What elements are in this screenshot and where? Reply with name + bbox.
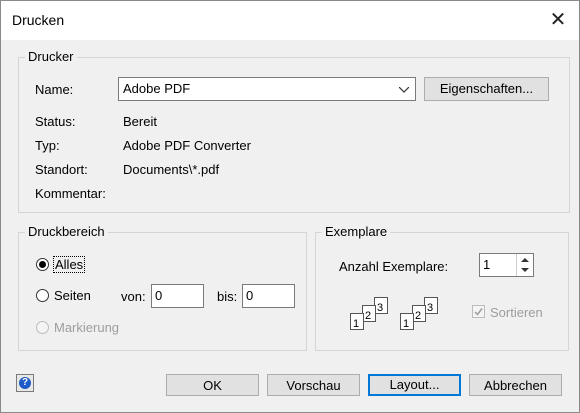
copies-spinner[interactable] [516,254,533,276]
from-label: von: [121,289,146,304]
radio-pages[interactable] [36,289,49,302]
properties-button[interactable]: Eigenschaften... [424,77,549,101]
radio-selection-label[interactable]: Markierung [54,320,119,335]
page-3-icon: 3 [424,297,438,314]
title-bar: Drucken ✕ [1,1,579,40]
comment-label: Kommentar: [35,186,106,201]
location-label: Standort: [35,162,88,177]
to-label: bis: [217,289,238,304]
page-2-icon: 2 [412,305,426,322]
copies-count-label: Anzahl Exemplare: [339,259,449,274]
help-icon[interactable]: ? [16,374,34,392]
chevron-down-icon [399,87,409,93]
copies-legend: Exemplare [322,224,391,239]
from-input[interactable]: 0 [151,284,204,308]
status-label: Status: [35,114,76,129]
copies-group: Exemplare Anzahl Exemplare: 1 3 2 1 3 2 … [315,224,569,351]
to-input[interactable]: 0 [242,284,295,308]
printer-legend: Drucker [25,49,77,64]
collate-illustration-2: 3 2 1 [398,295,444,335]
layout-button[interactable]: Layout... [368,374,461,396]
spin-up-icon[interactable] [517,254,533,265]
collate-label[interactable]: Sortieren [490,305,543,320]
page-2-icon: 2 [362,305,376,322]
ok-button[interactable]: OK [166,374,259,396]
print-range-group: Druckbereich Alles Seiten von: 0 bis: 0 … [18,224,307,351]
spin-down-icon[interactable] [517,265,533,276]
collate-checkbox[interactable] [472,305,485,318]
page-1-icon: 1 [350,313,364,330]
printer-name-select[interactable]: Adobe PDF [118,77,416,101]
type-label: Typ: [35,138,60,153]
radio-pages-label[interactable]: Seiten [54,288,91,303]
type-value: Adobe PDF Converter [123,138,251,153]
printer-group: Drucker Name: Adobe PDF Eigenschaften...… [18,49,570,213]
printer-name-label: Name: [35,82,74,97]
close-icon[interactable]: ✕ [547,9,569,31]
print-range-legend: Druckbereich [25,224,108,239]
radio-selection[interactable] [36,321,49,334]
radio-all[interactable] [36,258,49,271]
print-dialog: Drucken ✕ Drucker Name: Adobe PDF Eigens… [0,0,580,413]
radio-all-label[interactable]: Alles [52,256,86,273]
collate-illustration-1: 3 2 1 [348,295,394,335]
check-icon [474,308,483,316]
copies-count-input[interactable]: 1 [479,253,534,277]
preview-button[interactable]: Vorschau [267,374,360,396]
printer-name-value: Adobe PDF [123,81,191,96]
page-3-icon: 3 [374,297,388,314]
window-title: Drucken [12,12,65,28]
page-1-icon: 1 [400,313,414,330]
cancel-button[interactable]: Abbrechen [469,374,562,396]
location-value: Documents\*.pdf [123,162,220,177]
status-value: Bereit [123,114,157,129]
copies-count-value: 1 [483,257,491,272]
